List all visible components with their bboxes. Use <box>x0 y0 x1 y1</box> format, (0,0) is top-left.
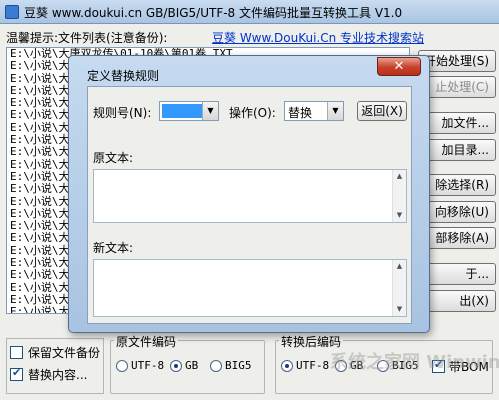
vertical-scrollbar[interactable]: ▲ ▼ <box>392 260 406 316</box>
return-button[interactable]: 返回(X) <box>357 101 407 121</box>
dialog-client-area: 规则号(N): ▼ 操作(O): 替换 ▼ 返回(X) 原文本: ▲ ▼ 新文本… <box>87 86 412 324</box>
file-list-item-label: E:\小说\大 <box>10 194 70 208</box>
main-window-title: 豆葵 www.doukui.cn GB/BIG5/UTF-8 文件编码批量互转换… <box>24 6 403 20</box>
chevron-down-icon[interactable]: ▼ <box>327 102 343 120</box>
file-list-item-label: E:\小说\大 <box>10 83 70 97</box>
chevron-down-icon[interactable]: ▼ <box>202 102 218 120</box>
checkmark-icon: ✔ <box>12 366 22 379</box>
scroll-up-icon[interactable]: ▲ <box>393 260 406 273</box>
new-text-label: 新文本: <box>93 241 134 255</box>
file-list-item-label: E:\小说\大 <box>10 292 70 306</box>
file-list-item-label: E:\小说\大 <box>10 243 70 257</box>
original-text-label: 原文本: <box>93 151 134 165</box>
dialog-title: 定义替换规则 <box>87 69 160 83</box>
replace-content-label[interactable]: 替换内容... <box>28 366 87 383</box>
file-list-item-label: E:\小说\大 <box>10 157 70 171</box>
rule-number-label: 规则号(N): <box>93 106 152 120</box>
close-icon: ✕ <box>393 59 405 74</box>
file-list-item-label: E:\小说\大 <box>10 268 70 282</box>
keep-backup-label: 保留文件备份 <box>28 346 101 360</box>
source-big5-radio[interactable] <box>210 360 222 372</box>
source-encoding-title: 原文件编码 <box>114 333 179 350</box>
app-icon <box>5 5 19 19</box>
file-list-item-label: E:\小说\大 <box>10 108 70 122</box>
hint-text: 温馨提示:文件列表(注意备份): <box>6 31 168 45</box>
file-list-item-label: E:\小说\大 <box>10 182 70 196</box>
site-link[interactable]: 豆葵 Www.DouKui.Cn 专业技术搜索站 <box>212 29 424 46</box>
file-list-item-label: E:\小说\大 <box>10 231 70 245</box>
source-utf8-radio[interactable] <box>116 360 128 372</box>
replace-rule-dialog[interactable]: 定义替换规则 ✕ 规则号(N): ▼ 操作(O): 替换 ▼ 返回(X) 原文本… <box>68 55 430 333</box>
file-list-item-label: E:\小说\大 <box>10 280 70 294</box>
replace-content-checkbox[interactable]: ✔ <box>10 366 23 381</box>
source-big5-label: BIG5 <box>225 359 252 372</box>
file-list-item-label: E:\小说\大 <box>10 145 70 159</box>
source-utf8-label: UTF-8 <box>131 359 165 372</box>
source-gb-label: GB <box>185 359 199 372</box>
rule-number-selection <box>162 104 202 118</box>
watermark: 系统之家网 Winwin7.com <box>330 352 499 373</box>
target-utf8-radio[interactable] <box>281 360 293 372</box>
operation-value: 替换 <box>288 106 313 120</box>
new-text-area[interactable]: ▲ ▼ <box>93 259 407 317</box>
main-titlebar[interactable]: 豆葵 www.doukui.cn GB/BIG5/UTF-8 文件编码批量互转换… <box>0 0 499 24</box>
vertical-scrollbar[interactable]: ▲ ▼ <box>392 170 406 222</box>
file-list-item-label: E:\小说\大 <box>10 206 70 220</box>
scroll-down-icon[interactable]: ▼ <box>393 303 406 316</box>
target-utf8-label: UTF-8 <box>296 359 330 372</box>
source-gb-radio[interactable] <box>170 360 182 372</box>
file-list-item-label: E:\小说\大 <box>10 305 70 314</box>
file-list-item-label: E:\小说\大 <box>10 59 70 73</box>
file-list-item-label: E:\小说\大 <box>10 71 70 85</box>
operation-select[interactable]: 替换 ▼ <box>284 101 344 121</box>
operation-label: 操作(O): <box>229 106 276 120</box>
keep-backup-checkbox[interactable] <box>10 346 23 359</box>
original-text-area[interactable]: ▲ ▼ <box>93 169 407 223</box>
scroll-down-icon[interactable]: ▼ <box>393 209 406 222</box>
close-button[interactable]: ✕ <box>377 57 421 76</box>
file-list-item-label: E:\小说\大 <box>10 120 70 134</box>
rule-number-select[interactable]: ▼ <box>159 101 219 121</box>
scroll-up-icon[interactable]: ▲ <box>393 170 406 183</box>
